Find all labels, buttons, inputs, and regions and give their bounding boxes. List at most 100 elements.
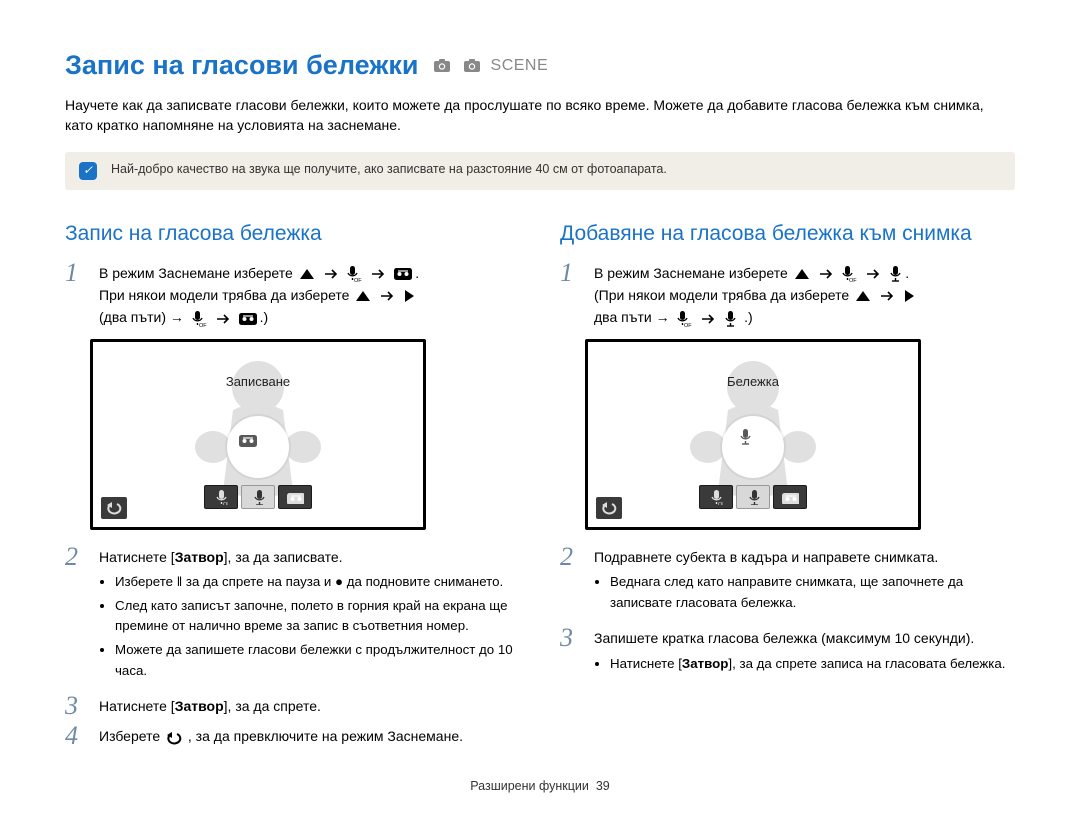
footer-section: Разширени функции [470,779,589,793]
text: (При някои модели трябва да изберете [594,287,853,303]
mic-off-icon [675,310,692,328]
step-number: 3 [65,693,85,719]
step-number: 1 [560,260,580,329]
mic-off-button[interactable] [204,485,238,509]
text-bold: Затвор [175,549,224,565]
tape-icon [393,265,413,283]
camera-icon [463,57,483,74]
step-number: 4 [65,723,85,749]
step-body: Изберете , за да превключите на режим За… [99,723,520,749]
left-column: Запис на гласова бележка 1 В режим Засне… [65,222,520,754]
text: (два пъти) → [99,309,188,325]
mic-icon [723,310,738,328]
bullet: Натиснете [Затвор], за да спрете записа … [610,654,1015,675]
bullet: Изберете ‖ за да спрете на пауза и ● да … [115,572,520,593]
text: В режим Заснемане изберете [99,265,297,281]
step-number: 2 [65,544,85,689]
mic-button[interactable] [241,485,275,509]
arrow-icon [879,289,894,303]
step-1: 1 В режим Заснемане изберете . При някои… [65,260,520,329]
arrow-icon [700,312,715,326]
left-heading: Запис на гласова бележка [65,222,520,246]
intro-paragraph: Научете как да записвате гласови бележки… [65,95,1015,136]
text: Натиснете [ [99,549,175,565]
arrow-icon [818,267,833,281]
text: Изберете [99,728,164,744]
text: Запишете кратка гласова бележка (максиму… [594,630,974,646]
step-body: В режим Заснемане изберете . При някои м… [99,260,520,329]
step-body: Запишете кратка гласова бележка (максиму… [594,625,1015,682]
mode-icons-row: SCENE [431,57,549,75]
screenshot-title: Бележка [588,374,918,389]
step-4: 4 Изберете , за да превключите на режим … [65,723,520,749]
step-body: В режим Заснемане изберете . (При някои … [594,260,1015,329]
text-bold: Затвор [682,656,728,671]
manual-page: Запис на гласови бележки SCENE Научете к… [0,0,1080,813]
mic-button[interactable] [736,485,770,509]
center-mode-indicator [227,416,289,478]
text: При някои модели трябва да изберете [99,287,353,303]
text: Натиснете [ [99,698,175,714]
bullet: Веднага след като направите снимката, ще… [610,572,1015,613]
scene-mode-label: SCENE [491,57,549,75]
arrow-icon [379,289,394,303]
step-number: 2 [560,544,580,622]
sub-bullets: Веднага след като направите снимката, ще… [594,572,1015,613]
step-body: Натиснете [Затвор], за да записвате. Изб… [99,544,520,689]
camera-icon [433,57,453,74]
mic-off-icon [840,265,857,283]
text: ], за да записвате. [224,549,343,565]
page-title: Запис на гласови бележки SCENE [65,50,1015,81]
up-triangle-icon [855,289,871,303]
device-screenshot-memo: Бележка [585,339,921,530]
tape-button[interactable] [278,485,312,509]
text: Натиснете [ [610,656,682,671]
tape-button[interactable] [773,485,807,509]
arrow-icon [370,267,385,281]
step-2: 2 Натиснете [Затвор], за да записвате. И… [65,544,520,689]
mic-off-icon [190,310,207,328]
center-mode-indicator [722,416,784,478]
text: , за да превключите на режим Заснемане. [188,728,463,744]
sub-bullets: Натиснете [Затвор], за да спрете записа … [594,654,1015,675]
note-callout: ✓ Най-добро качество на звука ще получит… [65,152,1015,190]
sub-bullets: Изберете ‖ за да спрете на пауза и ● да … [99,572,520,681]
back-icon [166,731,182,745]
step-number: 1 [65,260,85,329]
text: ], за да спрете. [224,698,321,714]
right-triangle-icon [902,289,916,303]
mode-button-row [699,485,807,509]
text: Подравнете субекта в кадъра и направете … [594,549,938,565]
arrow-icon [323,267,338,281]
text-bold: Затвор [175,698,224,714]
text: два пъти → [594,309,673,325]
up-triangle-icon [355,289,371,303]
mic-off-icon [345,265,362,283]
arrow-icon [865,267,880,281]
tape-icon [238,310,258,328]
mode-button-row [204,485,312,509]
back-button[interactable] [101,497,127,519]
device-screenshot-recording: Записване [90,339,426,530]
step-number: 3 [560,625,580,682]
right-heading: Добавяне на гласова бележка към снимка [560,222,1015,246]
text: В режим Заснемане изберете [594,265,792,281]
step-2: 2 Подравнете субекта в кадъра и направет… [560,544,1015,622]
step-3: 3 Натиснете [Затвор], за да спрете. [65,693,520,719]
bullet: Можете да запишете гласови бележки с про… [115,640,520,681]
mic-icon [888,265,903,283]
text: .) [744,309,753,325]
right-triangle-icon [402,289,416,303]
step-body: Натиснете [Затвор], за да спрете. [99,693,520,719]
step-3: 3 Запишете кратка гласова бележка (макси… [560,625,1015,682]
note-icon: ✓ [79,162,97,180]
screenshot-title: Записване [93,374,423,389]
back-button[interactable] [596,497,622,519]
right-column: Добавяне на гласова бележка към снимка 1… [560,222,1015,754]
up-triangle-icon [794,267,810,281]
bullet: След като записът започне, полето в горн… [115,596,520,637]
up-triangle-icon [299,267,315,281]
mic-off-button[interactable] [699,485,733,509]
text: ], за да спрете записа на гласовата беле… [728,656,1005,671]
page-footer: Разширени функции 39 [65,779,1015,793]
